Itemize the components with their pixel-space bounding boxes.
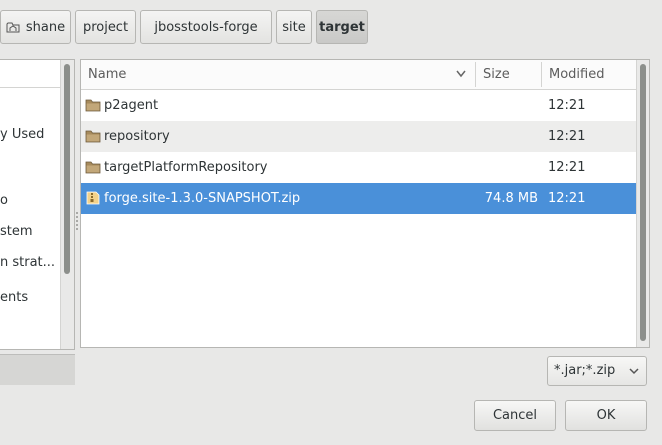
file-row-targetplatformrepository[interactable]: targetPlatformRepository 12:21 [81, 152, 636, 183]
crumb-label: project [82, 19, 129, 35]
crumb-shane[interactable]: shane [0, 10, 71, 44]
crumb-label: target [319, 19, 365, 35]
column-separator[interactable] [541, 62, 542, 87]
file-row-forge-site-zip[interactable]: forge.site-1.3.0-SNAPSHOT.zip 74.8 MB 12… [81, 183, 636, 214]
file-modified: 12:21 [548, 98, 586, 113]
file-size: 74.8 MB [484, 191, 538, 206]
sort-chevron-down-icon [456, 70, 466, 78]
file-name: forge.site-1.3.0-SNAPSHOT.zip [104, 191, 301, 206]
ok-button[interactable]: OK [565, 400, 647, 431]
column-header-modified[interactable]: Modified [549, 60, 634, 89]
sidebar-item-file-system[interactable]: stem [0, 224, 33, 239]
file-modified: 12:21 [548, 191, 586, 206]
sidebar-header [0, 60, 60, 88]
file-modified: 12:21 [548, 129, 586, 144]
column-separator[interactable] [475, 62, 476, 87]
column-header-name[interactable]: Name [88, 60, 473, 89]
crumb-target[interactable]: target [316, 10, 368, 44]
pane-resize-handle[interactable] [75, 210, 79, 234]
sidebar-item-desktop[interactable]: o [0, 193, 8, 208]
folder-icon [85, 99, 101, 112]
file-name: p2agent [104, 98, 159, 113]
file-list-scroll-thumb[interactable] [640, 64, 646, 341]
crumb-project[interactable]: project [75, 10, 136, 44]
sidebar-item-recently-used[interactable]: y Used [0, 127, 44, 142]
places-sidebar: y Used o stem n strat... ents [0, 59, 75, 350]
home-folder-icon [6, 22, 20, 33]
filter-value: *.jar;*.zip [554, 363, 616, 378]
file-list: Name Size Modified p2agent 12:21 reposit… [80, 59, 650, 348]
chevron-down-icon [629, 368, 639, 375]
file-row-p2agent[interactable]: p2agent 12:21 [81, 90, 636, 121]
file-name: targetPlatformRepository [104, 160, 268, 175]
file-modified: 12:21 [548, 160, 586, 175]
file-type-filter[interactable]: *.jar;*.zip [547, 356, 647, 386]
sidebar-scrollbar[interactable] [60, 60, 74, 349]
folder-icon [85, 161, 101, 174]
crumb-jbosstools-forge[interactable]: jbosstools-forge [140, 10, 272, 44]
sidebar-toolbar [0, 354, 75, 385]
folder-icon [85, 130, 101, 143]
crumb-label: shane [25, 19, 66, 35]
sidebar-item-documents[interactable]: ents [0, 290, 28, 305]
sidebar-item-custom-strat[interactable]: n strat... [0, 255, 55, 270]
file-row-repository[interactable]: repository 12:21 [81, 121, 636, 152]
file-name: repository [104, 129, 170, 144]
archive-icon [86, 191, 100, 205]
column-header-size[interactable]: Size [483, 60, 538, 89]
cancel-button[interactable]: Cancel [474, 400, 556, 431]
sidebar-scroll-thumb[interactable] [64, 64, 70, 274]
column-header-row: Name Size Modified [81, 60, 636, 90]
crumb-site[interactable]: site [276, 10, 312, 44]
crumb-label: site [282, 19, 306, 35]
crumb-label: jbosstools-forge [154, 19, 258, 35]
file-list-scrollbar[interactable] [636, 60, 649, 347]
